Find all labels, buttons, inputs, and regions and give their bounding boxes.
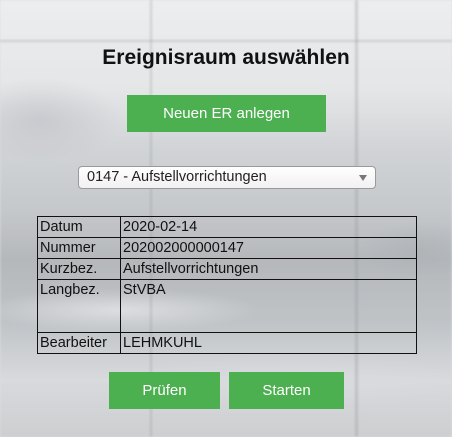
row-value: 2020-02-14 bbox=[120, 216, 417, 238]
row-value: Aufstellvorrichtungen bbox=[120, 258, 417, 280]
new-er-button[interactable]: Neuen ER anlegen bbox=[127, 95, 326, 132]
check-button[interactable]: Prüfen bbox=[109, 372, 220, 409]
row-label: Datum bbox=[37, 216, 121, 238]
page-title: Ereignisraum auswählen bbox=[102, 46, 350, 69]
row-value: 202002000000147 bbox=[120, 237, 417, 259]
table-row: Datum 2020-02-14 bbox=[37, 216, 417, 238]
table-row: Nummer 202002000000147 bbox=[37, 237, 417, 259]
table-row: Bearbeiter LEHMKUHL bbox=[37, 332, 417, 354]
table-row: Langbez. StVBA bbox=[37, 279, 417, 333]
row-label: Nummer bbox=[37, 237, 121, 259]
row-value: StVBA bbox=[120, 279, 417, 333]
chevron-down-icon bbox=[359, 175, 367, 181]
row-label: Kurzbez. bbox=[37, 258, 121, 280]
select-value: 0147 - Aufstellvorrichtungen bbox=[87, 169, 267, 185]
event-space-select[interactable]: 0147 - Aufstellvorrichtungen bbox=[78, 166, 376, 189]
row-label: Langbez. bbox=[37, 279, 121, 333]
main-panel: Ereignisraum auswählen Neuen ER anlegen … bbox=[0, 0, 452, 437]
details-table: Datum 2020-02-14 Nummer 202002000000147 … bbox=[37, 216, 417, 354]
start-button[interactable]: Starten bbox=[229, 372, 344, 409]
row-label: Bearbeiter bbox=[37, 332, 121, 354]
row-value: LEHMKUHL bbox=[120, 332, 417, 354]
table-row: Kurzbez. Aufstellvorrichtungen bbox=[37, 258, 417, 280]
